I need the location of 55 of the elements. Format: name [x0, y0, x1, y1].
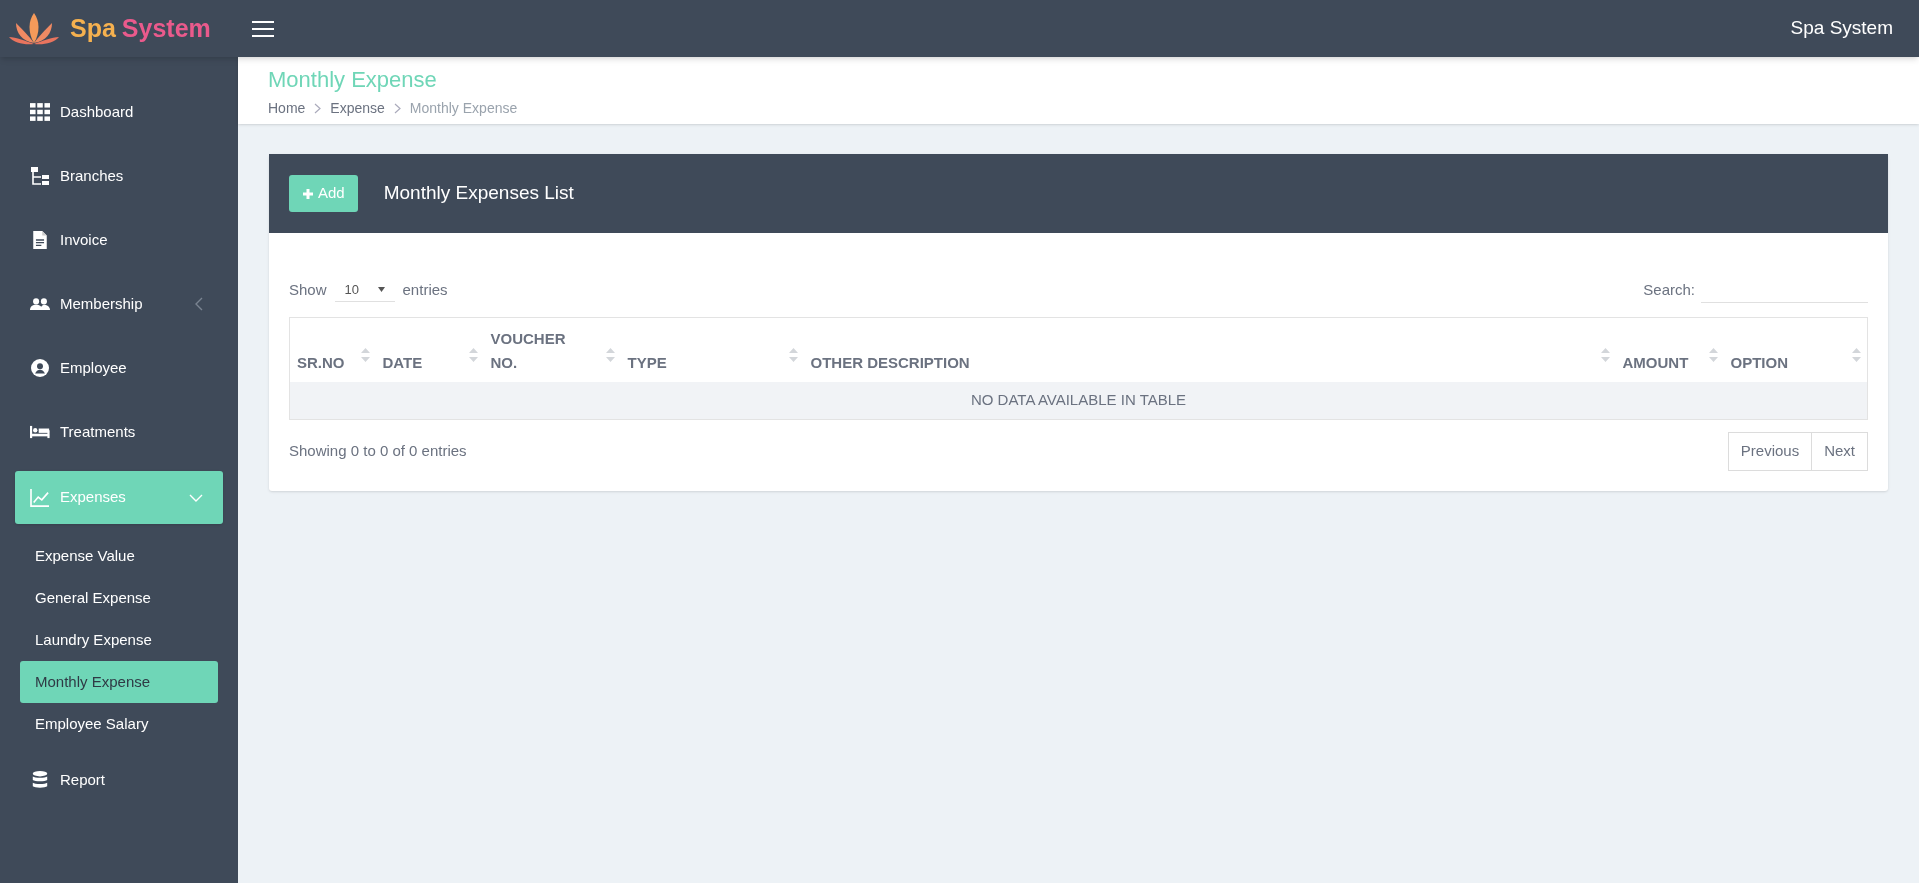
sort-icon [1600, 348, 1610, 362]
breadcrumb-link[interactable]: Home [268, 98, 306, 119]
show-label: Show [289, 279, 327, 300]
sidebar-item[interactable]: Branches [0, 144, 238, 208]
sidebar-item[interactable]: Employee [0, 336, 238, 400]
submenu-item[interactable]: Expense Value [0, 535, 238, 577]
sidebar-item[interactable]: Treatments [0, 400, 238, 464]
chevron-left-icon [195, 297, 203, 311]
page-size-select[interactable]: 10 [334, 278, 395, 302]
app-title: Spa System [1790, 16, 1893, 41]
bed-icon [30, 423, 50, 441]
sidebar-item[interactable]: Invoice [0, 208, 238, 272]
column-header[interactable]: OPTION [1723, 317, 1868, 382]
table-info: Showing 0 to 0 of 0 entries [289, 441, 467, 462]
card-title: Monthly Expenses List [383, 181, 574, 206]
entries-label: entries [402, 279, 448, 300]
grid-icon [30, 103, 50, 121]
sidebar-item[interactable]: Dashboard [0, 80, 238, 144]
column-header[interactable]: DATE [375, 317, 484, 382]
breadcrumb-link[interactable]: Expense [330, 98, 385, 119]
submenu-item[interactable]: Laundry Expense [0, 619, 238, 661]
sidebar-item[interactable]: Report [0, 748, 238, 812]
submenu-item[interactable]: General Expense [0, 577, 238, 619]
document-icon [30, 231, 50, 249]
submenu-item[interactable]: Employee Salary [0, 703, 238, 745]
user-circle-icon [30, 359, 50, 377]
page-title: Monthly Expense [268, 66, 438, 94]
sidebar-item[interactable]: Membership [0, 272, 238, 336]
column-header[interactable]: OTHER DESCRIPTION [803, 317, 1616, 382]
column-header[interactable]: SR.NO [289, 317, 376, 382]
hierarchy-icon [30, 167, 50, 185]
breadcrumb-current: Monthly Expense [409, 99, 518, 118]
people-icon [30, 295, 50, 313]
sort-icon [788, 348, 798, 362]
brand-name: Spa [70, 16, 116, 41]
sort-icon [1852, 348, 1861, 362]
search-label: Search: [1643, 279, 1695, 300]
menu-icon[interactable] [252, 19, 274, 38]
column-header[interactable]: VOUCHER NO. [483, 317, 621, 382]
chevron-right-icon [393, 103, 401, 114]
empty-table-message: NO DATA AVAILABLE IN TABLE [289, 381, 1868, 420]
brand-name: System [121, 16, 211, 41]
database-icon [30, 771, 50, 789]
chevron-right-icon [314, 103, 322, 114]
column-header[interactable]: AMOUNT [1615, 317, 1724, 382]
sort-icon [605, 348, 615, 362]
chevron-down-icon [189, 493, 203, 502]
sort-icon [1708, 348, 1718, 362]
sort-icon [468, 348, 478, 362]
submenu-item[interactable]: Monthly Expense [20, 661, 218, 703]
line-chart-icon [30, 488, 50, 507]
sort-icon [360, 348, 370, 362]
column-header[interactable]: TYPE [620, 317, 804, 382]
plus-icon [302, 187, 314, 200]
caret-icon [377, 287, 385, 292]
